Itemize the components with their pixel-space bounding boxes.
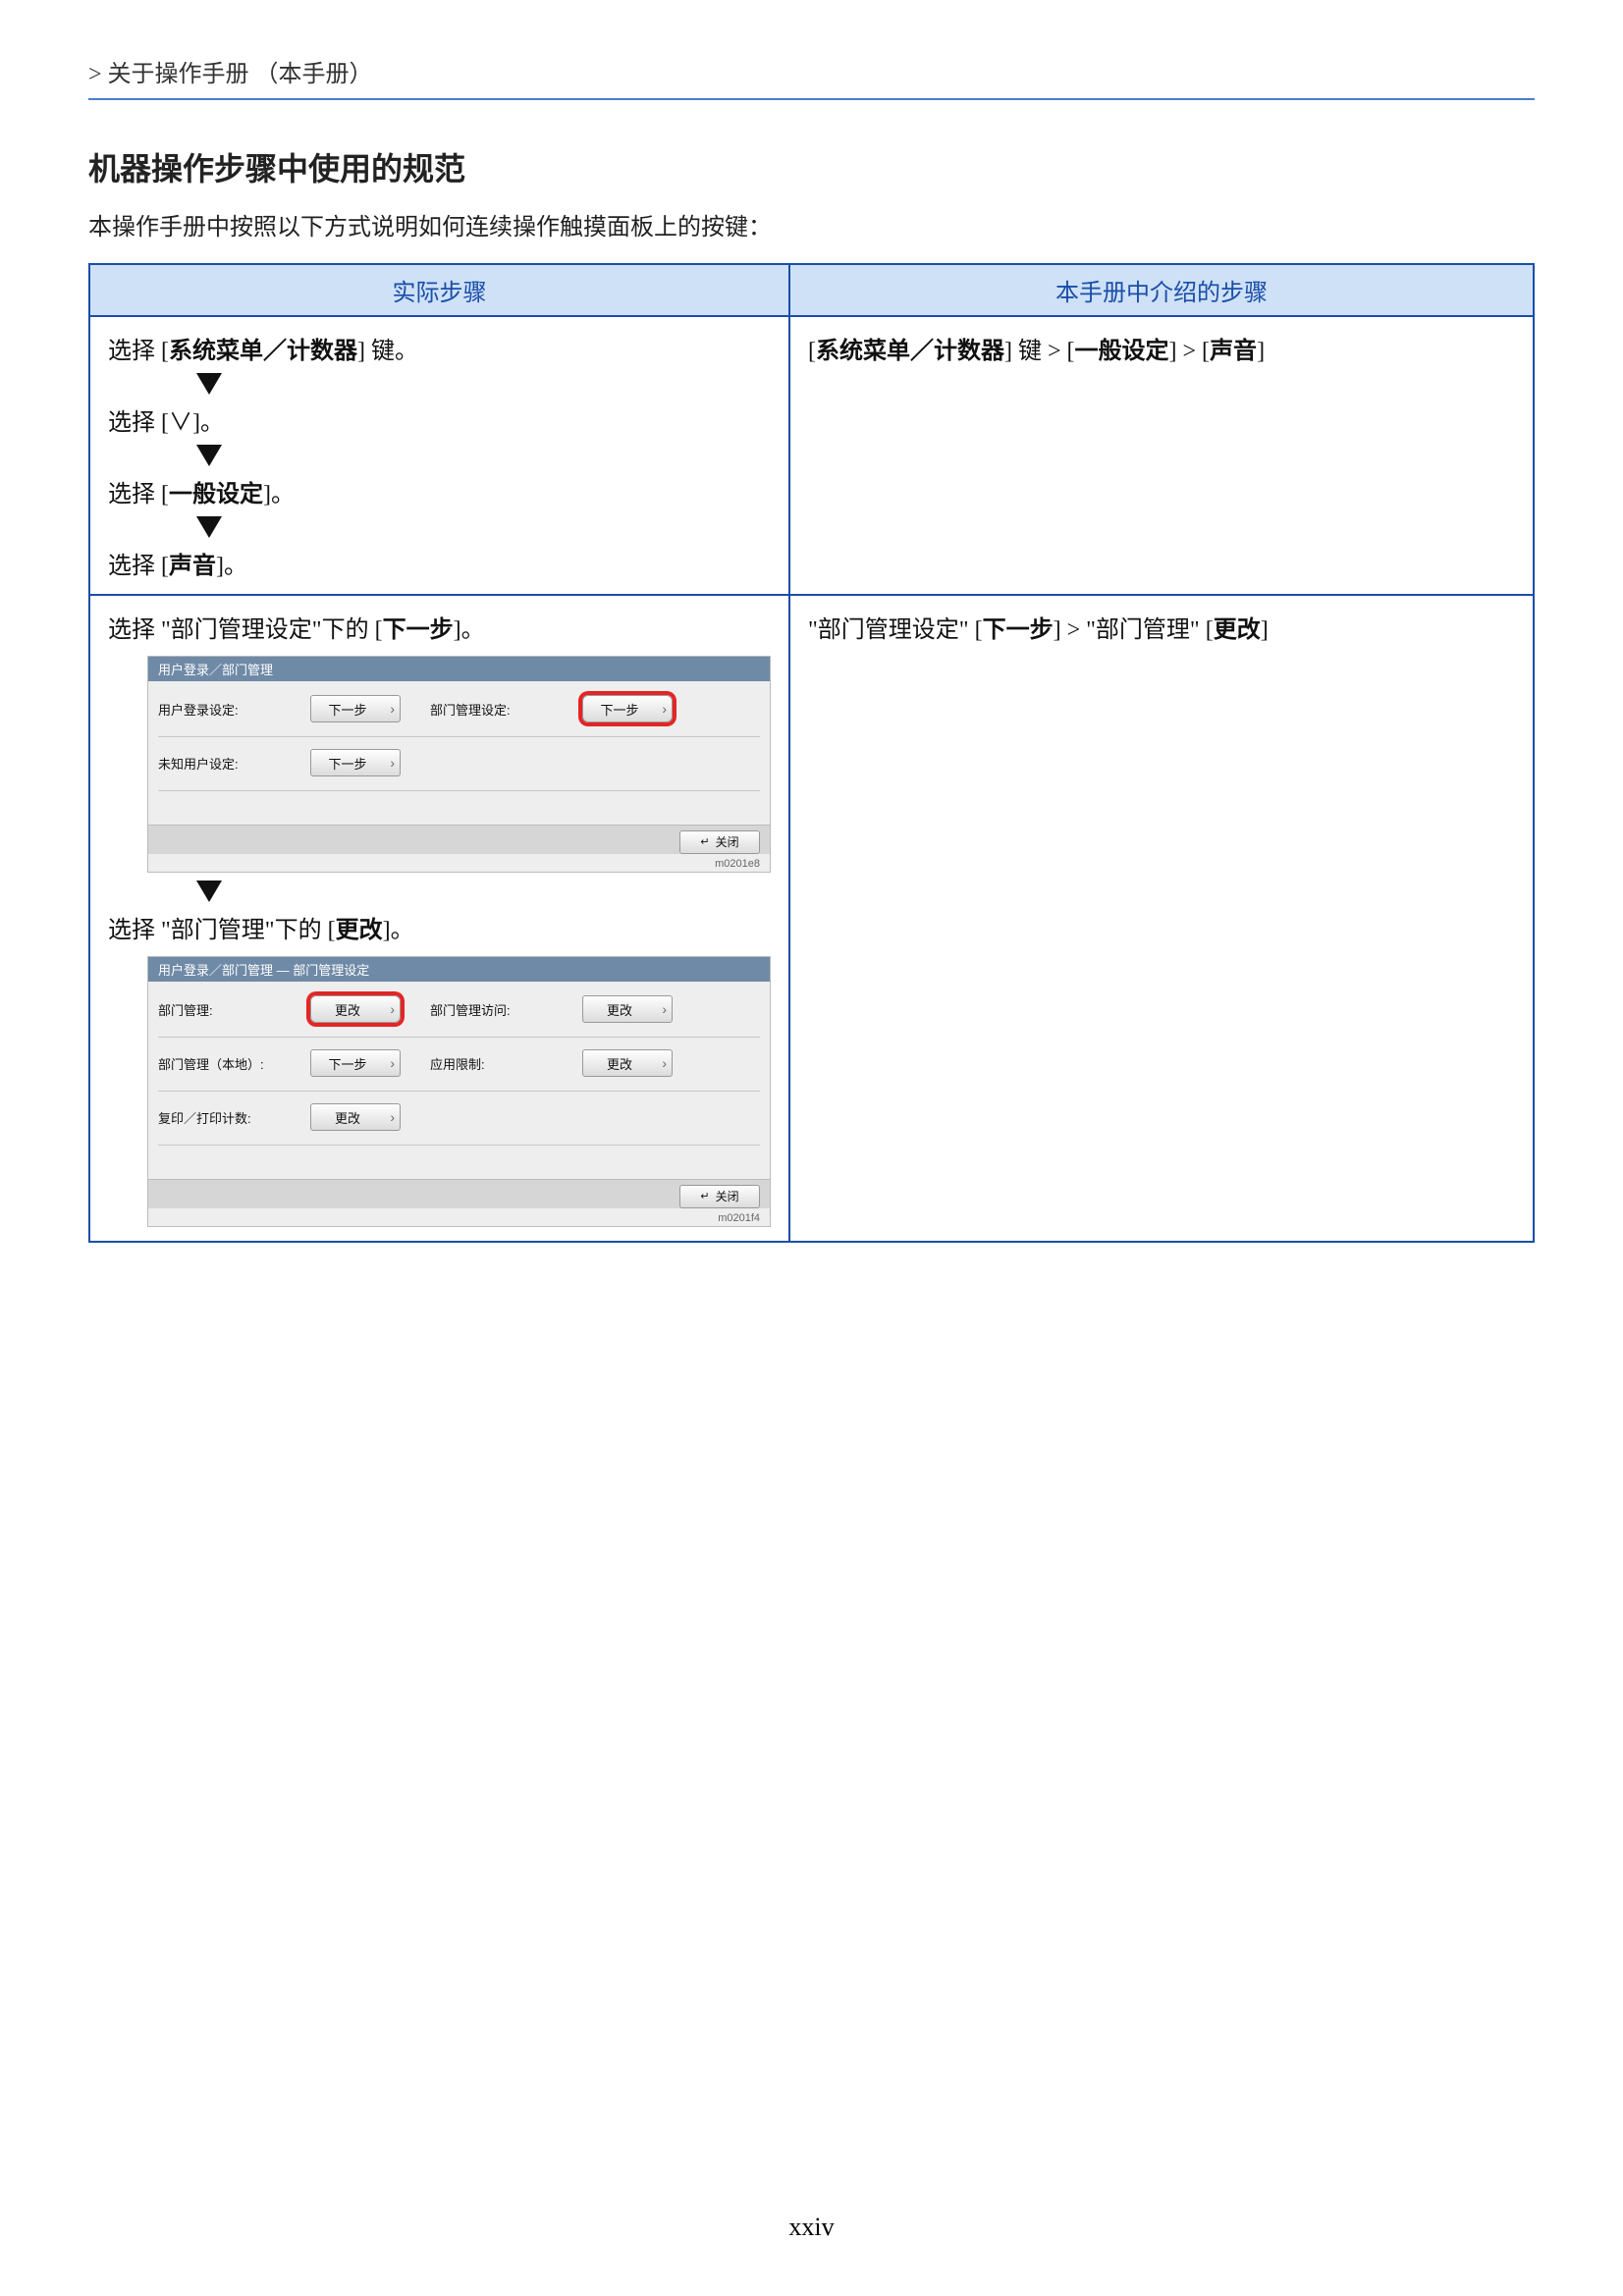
text: ] 键。 [357, 339, 418, 364]
touch-panel-screenshot-1: 用户登录／部门管理 用户登录设定: 下一步 部门管理设定: 下一步 未知用户设定… [147, 656, 771, 873]
panel-label: 部门管理: [158, 1000, 310, 1019]
touch-panel-screenshot-2: 用户登录／部门管理 — 部门管理设定 部门管理: 更改 部门管理访问: 更改 部… [147, 956, 771, 1227]
table-header-manual-steps: 本手册中介绍的步骤 [789, 264, 1534, 316]
next-button-highlighted[interactable]: 下一步 [582, 695, 673, 722]
close-button[interactable]: ↵ 关闭 [679, 830, 760, 854]
next-button[interactable]: 下一步 [310, 695, 401, 722]
close-label: 关闭 [716, 1188, 739, 1204]
cell-manual-steps-2: "部门管理设定" [下一步] > "部门管理" [更改] [789, 595, 1534, 1242]
text: 选择 "部门管理设定"下的 [ [108, 617, 383, 643]
bold-text: 下一步 [383, 617, 454, 643]
panel-titlebar: 用户登录／部门管理 [148, 657, 770, 681]
text: ] 键 > [ [1004, 339, 1075, 364]
panel-titlebar: 用户登录／部门管理 — 部门管理设定 [148, 957, 770, 982]
bold-text: 声音 [169, 554, 216, 579]
bold-text: 一般设定 [169, 482, 263, 507]
text: 选择 [ [108, 482, 169, 507]
text: ]。 [454, 617, 485, 643]
arrow-down-icon [196, 516, 222, 538]
text: ] > "部门管理" [ [1054, 617, 1214, 643]
next-button[interactable]: 下一步 [310, 749, 401, 776]
close-label: 关闭 [716, 833, 739, 850]
panel-label: 未知用户设定: [158, 754, 310, 773]
steps-table: 实际步骤 本手册中介绍的步骤 选择 [系统菜单／计数器] 键。 选择 [∨]。 … [88, 263, 1535, 1243]
page-number: xxiv [0, 2213, 1623, 2242]
separator [158, 1037, 760, 1038]
cell-actual-steps-1: 选择 [系统菜单／计数器] 键。 选择 [∨]。 选择 [一般设定]。 选择 [… [89, 316, 789, 595]
panel-label: 部门管理（本地）: [158, 1054, 310, 1073]
next-button[interactable]: 下一步 [310, 1049, 401, 1077]
bold-text: 系统菜单／计数器 [816, 339, 1004, 364]
panel-label: 应用限制: [430, 1054, 582, 1073]
text: ] > [ [1169, 339, 1211, 364]
cell-manual-steps-1: [系统菜单／计数器] 键 > [一般设定] > [声音] [789, 316, 1534, 595]
section-description: 本操作手册中按照以下方式说明如何连续操作触摸面板上的按键： [88, 207, 1535, 241]
text: 选择 "部门管理"下的 [ [108, 918, 336, 943]
text: 选择 [ [108, 554, 169, 579]
change-button[interactable]: 更改 [582, 1049, 673, 1077]
separator [158, 1145, 760, 1146]
panel-footer: ↵ 关闭 [148, 825, 770, 854]
arrow-down-icon [196, 373, 222, 395]
table-row: 选择 "部门管理设定"下的 [下一步]。 用户登录／部门管理 用户登录设定: 下… [89, 595, 1534, 1242]
separator [158, 790, 760, 791]
bold-text: 一般设定 [1075, 339, 1169, 364]
bold-text: 更改 [336, 918, 383, 943]
text: 选择 [∨]。 [108, 410, 224, 436]
arrow-down-icon [196, 881, 222, 902]
panel-label: 复印／打印计数: [158, 1108, 310, 1127]
text: 选择 [ [108, 339, 169, 364]
text: [ [808, 339, 816, 364]
panel-code: m0201e8 [715, 858, 760, 870]
section-title: 机器操作步骤中使用的规范 [88, 144, 1535, 189]
return-icon: ↵ [700, 1190, 709, 1202]
panel-code: m0201f4 [718, 1212, 760, 1224]
text: ]。 [263, 482, 295, 507]
text: "部门管理设定" [ [808, 617, 983, 643]
text: ] [1261, 617, 1269, 643]
arrow-down-icon [196, 445, 222, 466]
change-button[interactable]: 更改 [310, 1103, 401, 1131]
separator [158, 736, 760, 737]
breadcrumb: > 关于操作手册 （本手册） [88, 54, 1535, 100]
table-header-actual-steps: 实际步骤 [89, 264, 789, 316]
bold-text: 下一步 [983, 617, 1054, 643]
return-icon: ↵ [700, 835, 709, 848]
panel-footer: ↵ 关闭 [148, 1179, 770, 1208]
panel-label: 用户登录设定: [158, 700, 310, 719]
cell-actual-steps-2: 选择 "部门管理设定"下的 [下一步]。 用户登录／部门管理 用户登录设定: 下… [89, 595, 789, 1242]
panel-label: 部门管理设定: [430, 700, 582, 719]
table-row: 选择 [系统菜单／计数器] 键。 选择 [∨]。 选择 [一般设定]。 选择 [… [89, 316, 1534, 595]
bold-text: 更改 [1214, 617, 1261, 643]
text: ] [1257, 339, 1265, 364]
separator [158, 1091, 760, 1092]
close-button[interactable]: ↵ 关闭 [679, 1185, 760, 1208]
text: ]。 [383, 918, 414, 943]
bold-text: 系统菜单／计数器 [169, 339, 357, 364]
text: ]。 [216, 554, 247, 579]
panel-label: 部门管理访问: [430, 1000, 582, 1019]
change-button[interactable]: 更改 [582, 995, 673, 1023]
change-button-highlighted[interactable]: 更改 [310, 995, 401, 1023]
bold-text: 声音 [1210, 339, 1257, 364]
